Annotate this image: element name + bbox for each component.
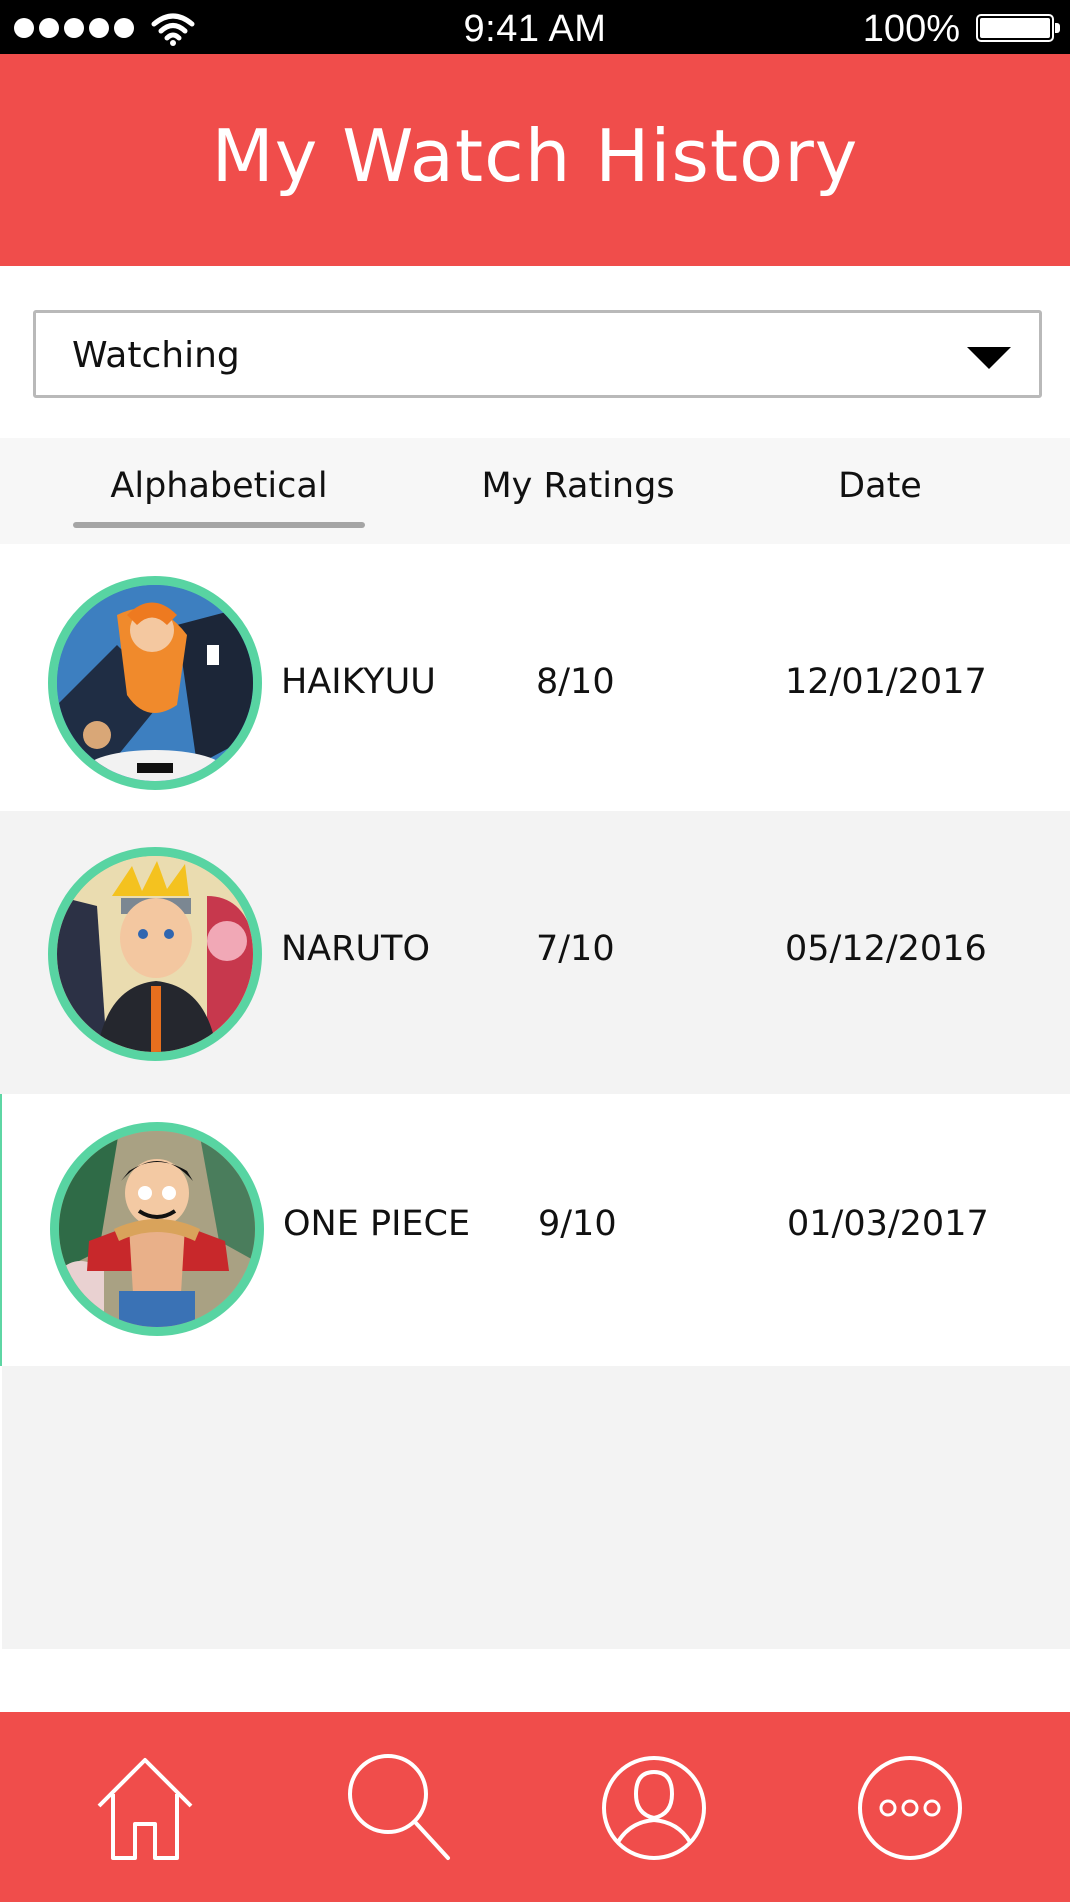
tab-my-ratings[interactable]: My Ratings	[458, 466, 698, 506]
dropdown-selected-value: Watching	[72, 335, 240, 376]
anime-rating: 8/10	[536, 662, 615, 702]
anime-title: HAIKYUU	[281, 662, 436, 702]
list-item[interactable]: NARUTO 7/10 05/12/2016	[0, 811, 1070, 1094]
anime-thumbnail	[48, 576, 262, 790]
home-icon[interactable]	[85, 1748, 205, 1868]
watch-date: 01/03/2017	[787, 1204, 989, 1244]
active-tab-indicator	[73, 522, 365, 528]
watch-date: 05/12/2016	[785, 929, 987, 969]
bottom-nav	[0, 1712, 1070, 1902]
watch-date: 12/01/2017	[785, 662, 987, 702]
profile-icon[interactable]	[594, 1748, 714, 1868]
anime-rating: 9/10	[538, 1204, 617, 1244]
battery-percentage: 100%	[862, 8, 960, 50]
search-icon[interactable]	[340, 1748, 460, 1868]
list-item[interactable]: ONE PIECE 9/10 01/03/2017	[0, 1094, 1070, 1366]
status-filter-dropdown[interactable]: Watching	[33, 310, 1042, 398]
anime-title: NARUTO	[281, 929, 430, 969]
anime-thumbnail	[50, 1122, 264, 1336]
empty-list-area	[2, 1366, 1070, 1649]
tab-alphabetical[interactable]: Alphabetical	[73, 466, 365, 506]
battery-icon	[976, 14, 1060, 42]
anime-title: ONE PIECE	[283, 1204, 471, 1244]
page-title: My Watch History	[211, 114, 859, 198]
caret-down-icon	[967, 347, 1011, 369]
anime-thumbnail	[48, 847, 262, 1061]
app-header: My Watch History	[0, 54, 1070, 266]
more-icon[interactable]	[850, 1748, 970, 1868]
list-item[interactable]: HAIKYUU 8/10 12/01/2017	[0, 544, 1070, 811]
sort-tabs: Alphabetical My Ratings Date	[0, 438, 1070, 544]
status-bar: 9:41 AM 100%	[0, 0, 1070, 54]
anime-rating: 7/10	[536, 929, 615, 969]
tab-date[interactable]: Date	[800, 466, 960, 506]
